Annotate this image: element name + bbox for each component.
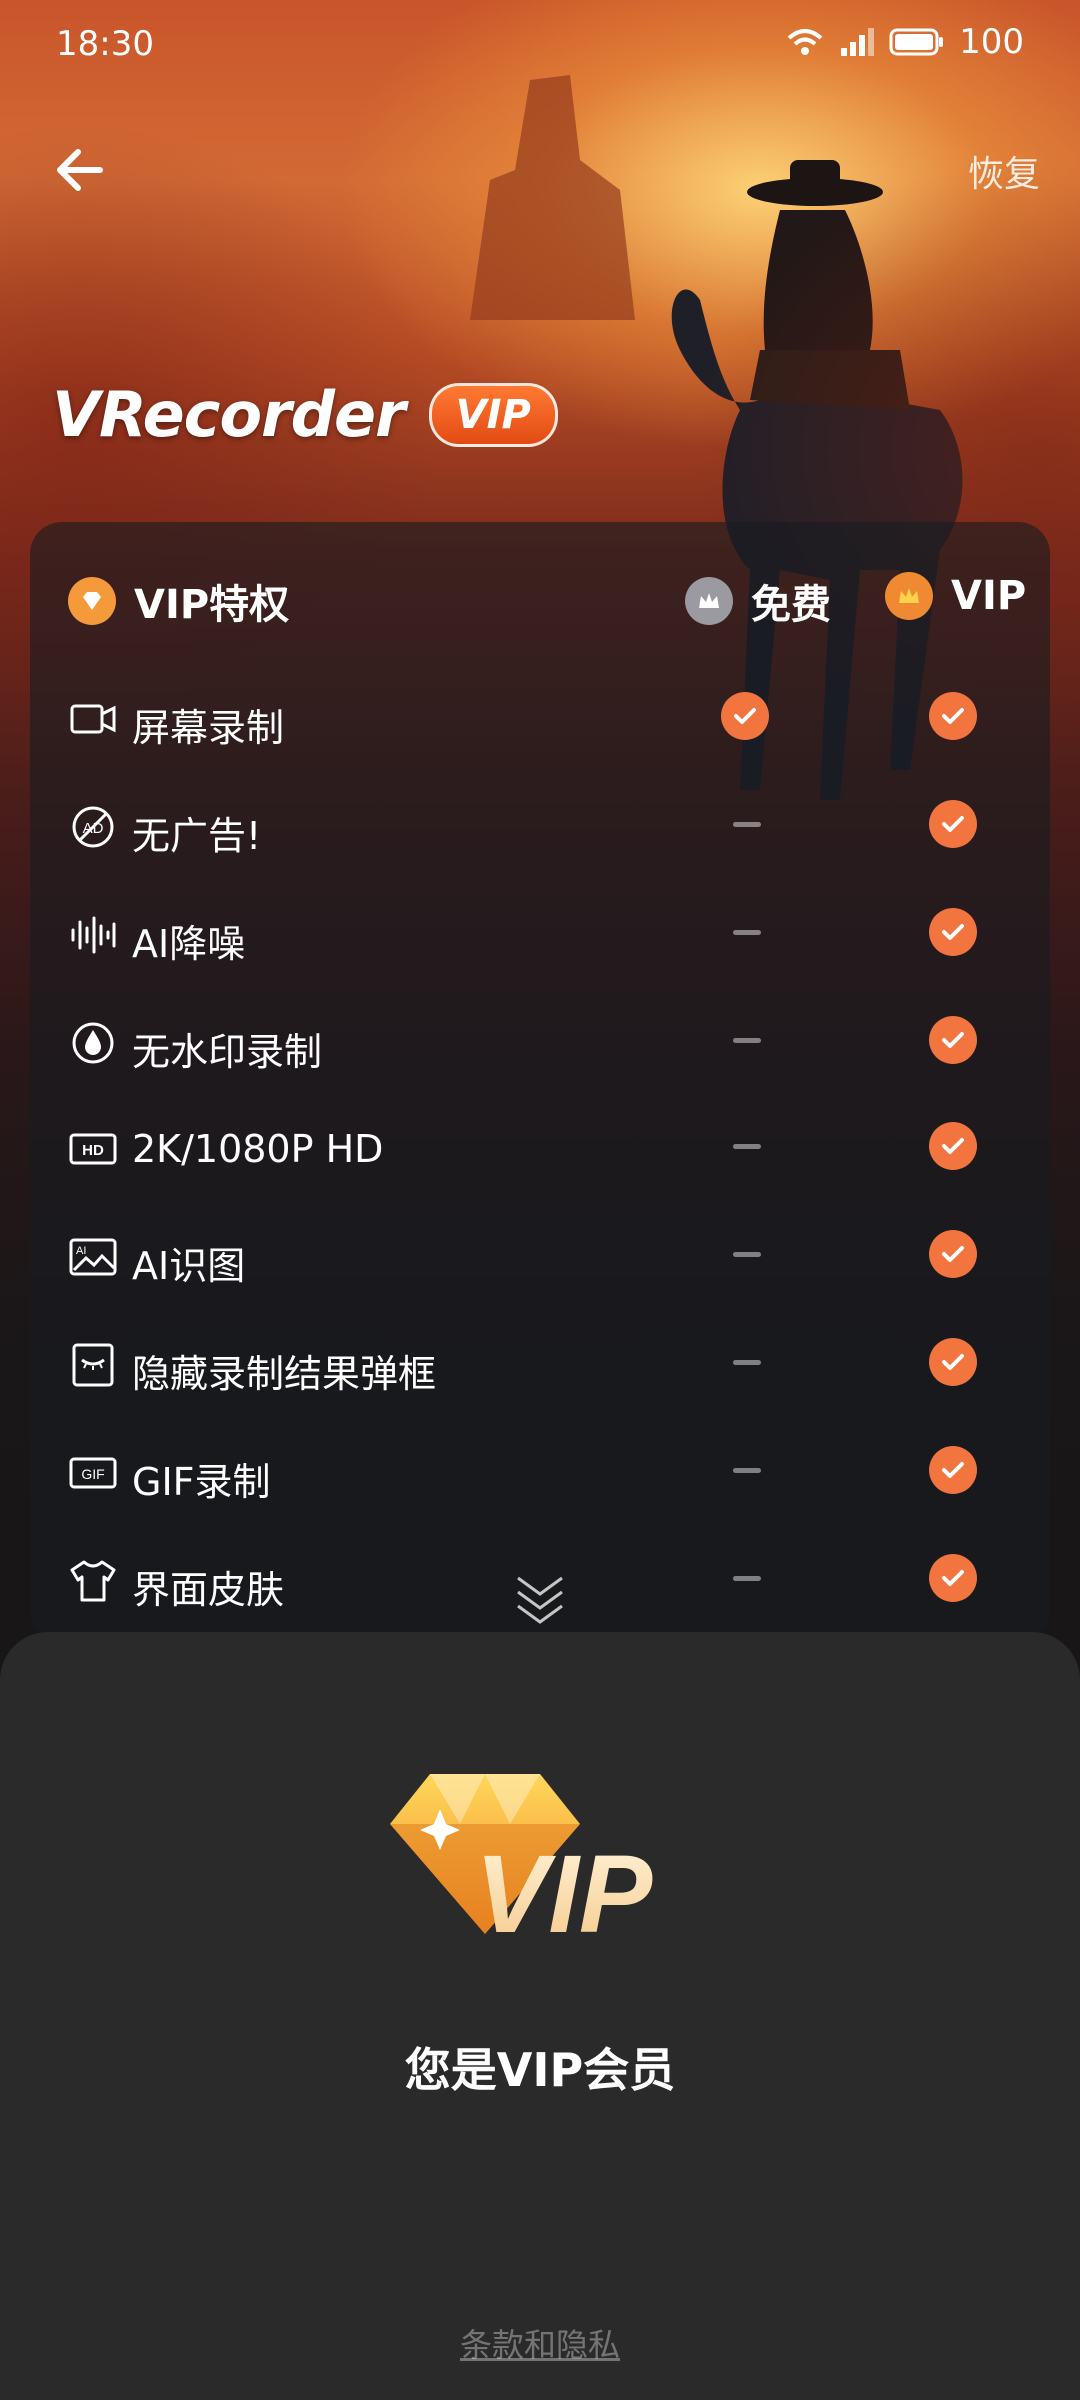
dash-icon: [721, 1554, 769, 1602]
vip-badge: VIP: [428, 382, 558, 447]
check-icon: [929, 800, 977, 848]
check-icon: [721, 692, 769, 740]
status-icons: 100: [785, 22, 1024, 62]
feature-label: 屏幕录制: [132, 706, 285, 750]
hd-icon: HD: [68, 1124, 118, 1174]
video-camera-icon: [68, 694, 118, 744]
feature-row: 无水印录制: [30, 994, 1050, 1102]
silver-crown-icon: [685, 577, 733, 625]
dash-icon: [721, 908, 769, 956]
brand-header: VRecorder VIP: [52, 378, 558, 451]
check-icon: [929, 1446, 977, 1494]
vip-status-sheet: VIP 您是VIP会员 条款和隐私: [0, 1632, 1080, 2400]
dash-icon: [721, 800, 769, 848]
ai-image-icon: AI: [68, 1232, 118, 1282]
feature-label: 无广告!: [132, 814, 262, 858]
no-ads-icon: AD: [68, 802, 118, 852]
feature-row: AD 无广告!: [30, 778, 1050, 886]
hidden-eye-icon: [68, 1340, 118, 1390]
check-icon: [929, 1122, 977, 1170]
feature-row: GIF GIF录制: [30, 1424, 1050, 1532]
feature-label: GIF录制: [132, 1460, 271, 1504]
gold-crown-icon: [885, 572, 933, 620]
check-icon: [929, 692, 977, 740]
svg-text:GIF: GIF: [81, 1466, 104, 1482]
expand-more-icon[interactable]: [510, 1570, 570, 1630]
dash-icon: [721, 1446, 769, 1494]
status-time: 18:30: [56, 24, 154, 64]
check-icon: [929, 1554, 977, 1602]
feature-label: 隐藏录制结果弹框: [132, 1352, 437, 1396]
waveform-icon: [68, 910, 118, 960]
dash-icon: [721, 1338, 769, 1386]
feature-label: AI降噪: [132, 922, 246, 966]
vip-diamond-logo: VIP: [390, 1774, 653, 1956]
feature-row: 隐藏录制结果弹框: [30, 1316, 1050, 1424]
mesa-silhouette: [470, 75, 635, 320]
battery-icon: [889, 28, 944, 56]
feature-label: 界面皮肤: [132, 1568, 285, 1612]
watermark-drop-icon: [68, 1018, 118, 1068]
svg-text:HD: HD: [82, 1142, 104, 1159]
gif-icon: GIF: [68, 1448, 118, 1498]
vip-features-card: VIP特权 免费 VIP 屏幕录制 AD 无广告! AI降噪无水印录制 HD 2K/108…: [30, 522, 1050, 1642]
restore-button[interactable]: 恢复: [968, 145, 1040, 197]
feature-row: 屏幕录制: [30, 670, 1050, 778]
check-icon: [929, 1338, 977, 1386]
vip-logo-text: VIP: [475, 1833, 653, 1956]
feature-row: AI降噪: [30, 886, 1050, 994]
dash-icon: [721, 1122, 769, 1170]
battery-level: 100: [959, 22, 1024, 62]
feature-label: 2K/1080P HD: [132, 1127, 384, 1171]
signal-icon: [841, 28, 875, 56]
vip-privileges-title: VIP特权: [68, 572, 289, 630]
terms-privacy-link[interactable]: 条款和隐私: [0, 2320, 1080, 2366]
check-icon: [929, 1230, 977, 1278]
feature-label: 无水印录制: [132, 1030, 323, 1074]
features-header: VIP特权 免费 VIP: [30, 522, 1050, 672]
dash-icon: [721, 1230, 769, 1278]
app-name: VRecorder: [52, 378, 406, 451]
feature-row: HD 2K/1080P HD: [30, 1100, 1050, 1208]
dash-icon: [721, 1016, 769, 1064]
feature-label: AI识图: [132, 1244, 246, 1288]
vip-member-status: 您是VIP会员: [404, 2043, 676, 2097]
tshirt-icon: [68, 1556, 118, 1606]
diamond-badge-icon: [68, 577, 116, 625]
check-icon: [929, 908, 977, 956]
status-bar: 18:30 100: [0, 0, 1080, 90]
vip-column-header: VIP: [885, 572, 1026, 620]
free-column-header: 免费: [685, 572, 831, 630]
svg-text:AI: AI: [76, 1245, 86, 1257]
feature-row: AI AI识图: [30, 1208, 1050, 1316]
wifi-icon: [787, 29, 823, 55]
back-button[interactable]: [50, 140, 110, 200]
check-icon: [929, 1016, 977, 1064]
